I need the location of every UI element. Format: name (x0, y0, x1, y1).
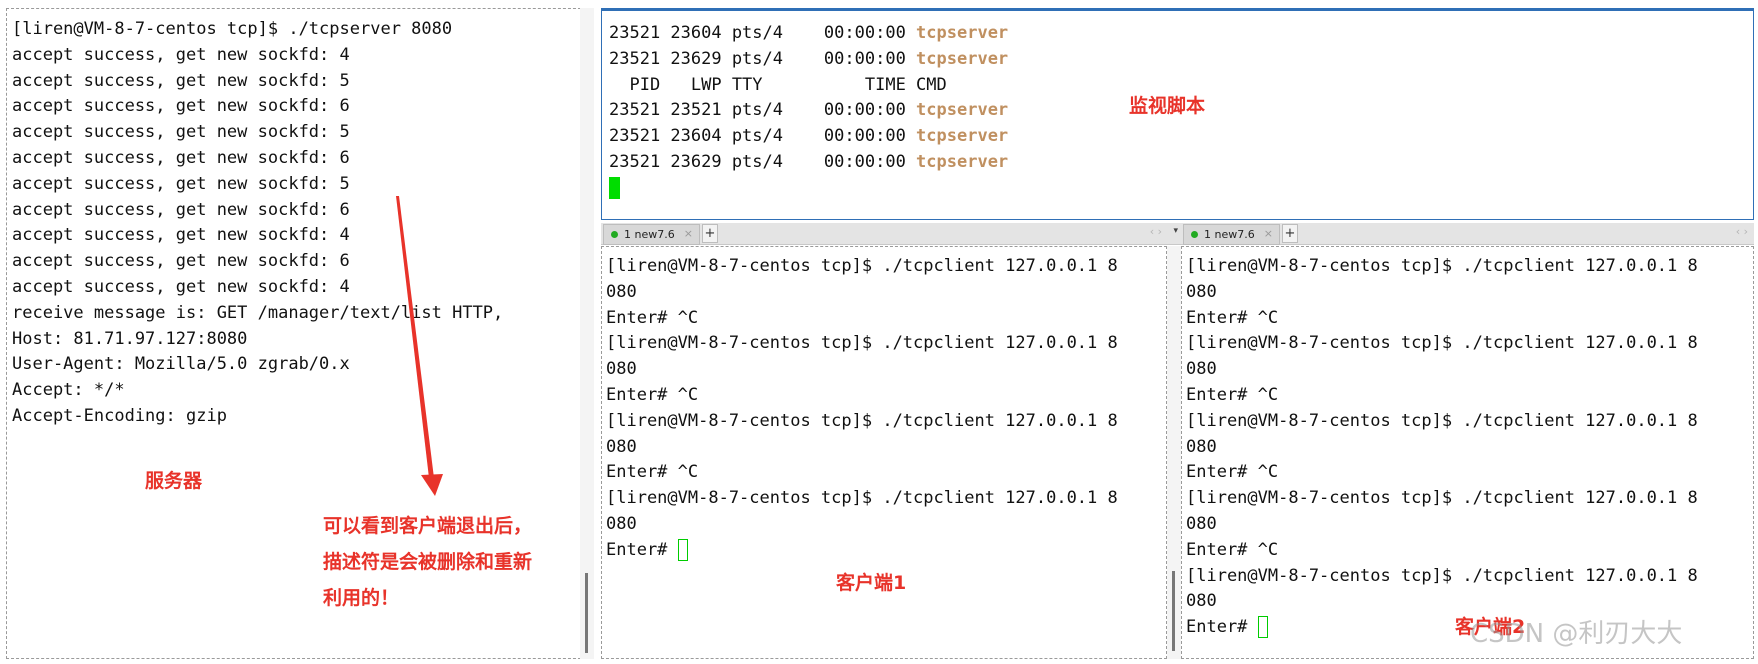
csdn-watermark: CSDN @利刃大大 (1470, 619, 1683, 649)
annotation-arrow (396, 196, 443, 496)
arrow-head (421, 474, 443, 496)
arrow-shaft (396, 196, 434, 478)
